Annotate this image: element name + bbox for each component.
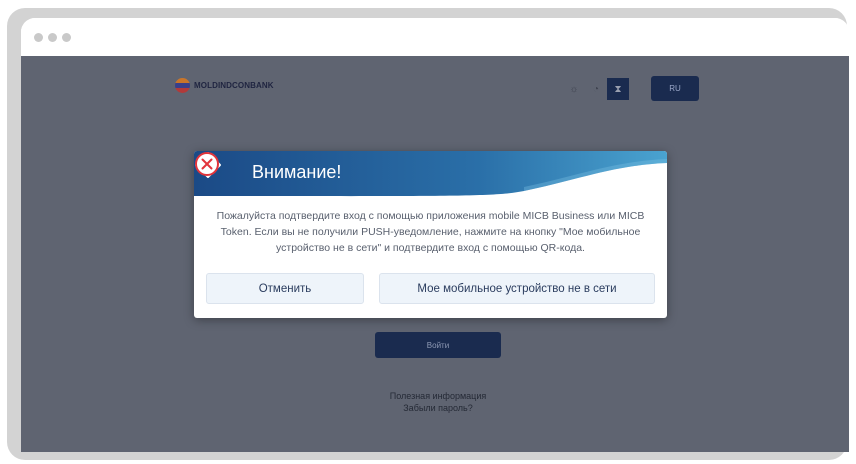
page-viewport: MOLDINDCONBANK ☼ ◔ ⧗ RU Войти Полезная и…	[21, 56, 849, 452]
browser-window: MOLDINDCONBANK ☼ ◔ ⧗ RU Войти Полезная и…	[21, 18, 849, 452]
dialog-title: Внимание!	[252, 162, 342, 182]
sun-icon[interactable]: ☼	[563, 78, 585, 100]
cancel-button[interactable]: Отменить	[206, 273, 364, 304]
close-circle-icon[interactable]	[194, 151, 220, 177]
moon-icon[interactable]: ◔	[585, 78, 607, 100]
dialog-message: Пожалуйста подтвердите вход с помощью пр…	[216, 210, 645, 254]
window-titlebar	[21, 18, 849, 56]
useful-info-link[interactable]: Полезная информация	[321, 391, 555, 401]
window-close-control[interactable]	[34, 33, 43, 42]
login-button[interactable]: Войти	[375, 332, 501, 358]
attention-dialog: Внимание! Пожалуйста подтвердите вход с …	[194, 151, 667, 318]
language-button[interactable]: RU	[651, 76, 699, 101]
theme-switcher: ☼ ◔ ⧗	[563, 78, 629, 100]
bank-logo-text: MOLDINDCONBANK	[194, 81, 274, 90]
contrast-icon[interactable]: ⧗	[607, 78, 629, 100]
device-offline-button[interactable]: Мое мобильное устройство не в сети	[379, 273, 655, 304]
forgot-password-link[interactable]: Забыли пароль?	[321, 403, 555, 413]
bank-logo-icon	[175, 78, 190, 93]
window-maximize-control[interactable]	[62, 33, 71, 42]
dialog-header: Внимание!	[194, 151, 667, 197]
bank-logo[interactable]: MOLDINDCONBANK	[175, 78, 274, 93]
window-minimize-control[interactable]	[48, 33, 57, 42]
